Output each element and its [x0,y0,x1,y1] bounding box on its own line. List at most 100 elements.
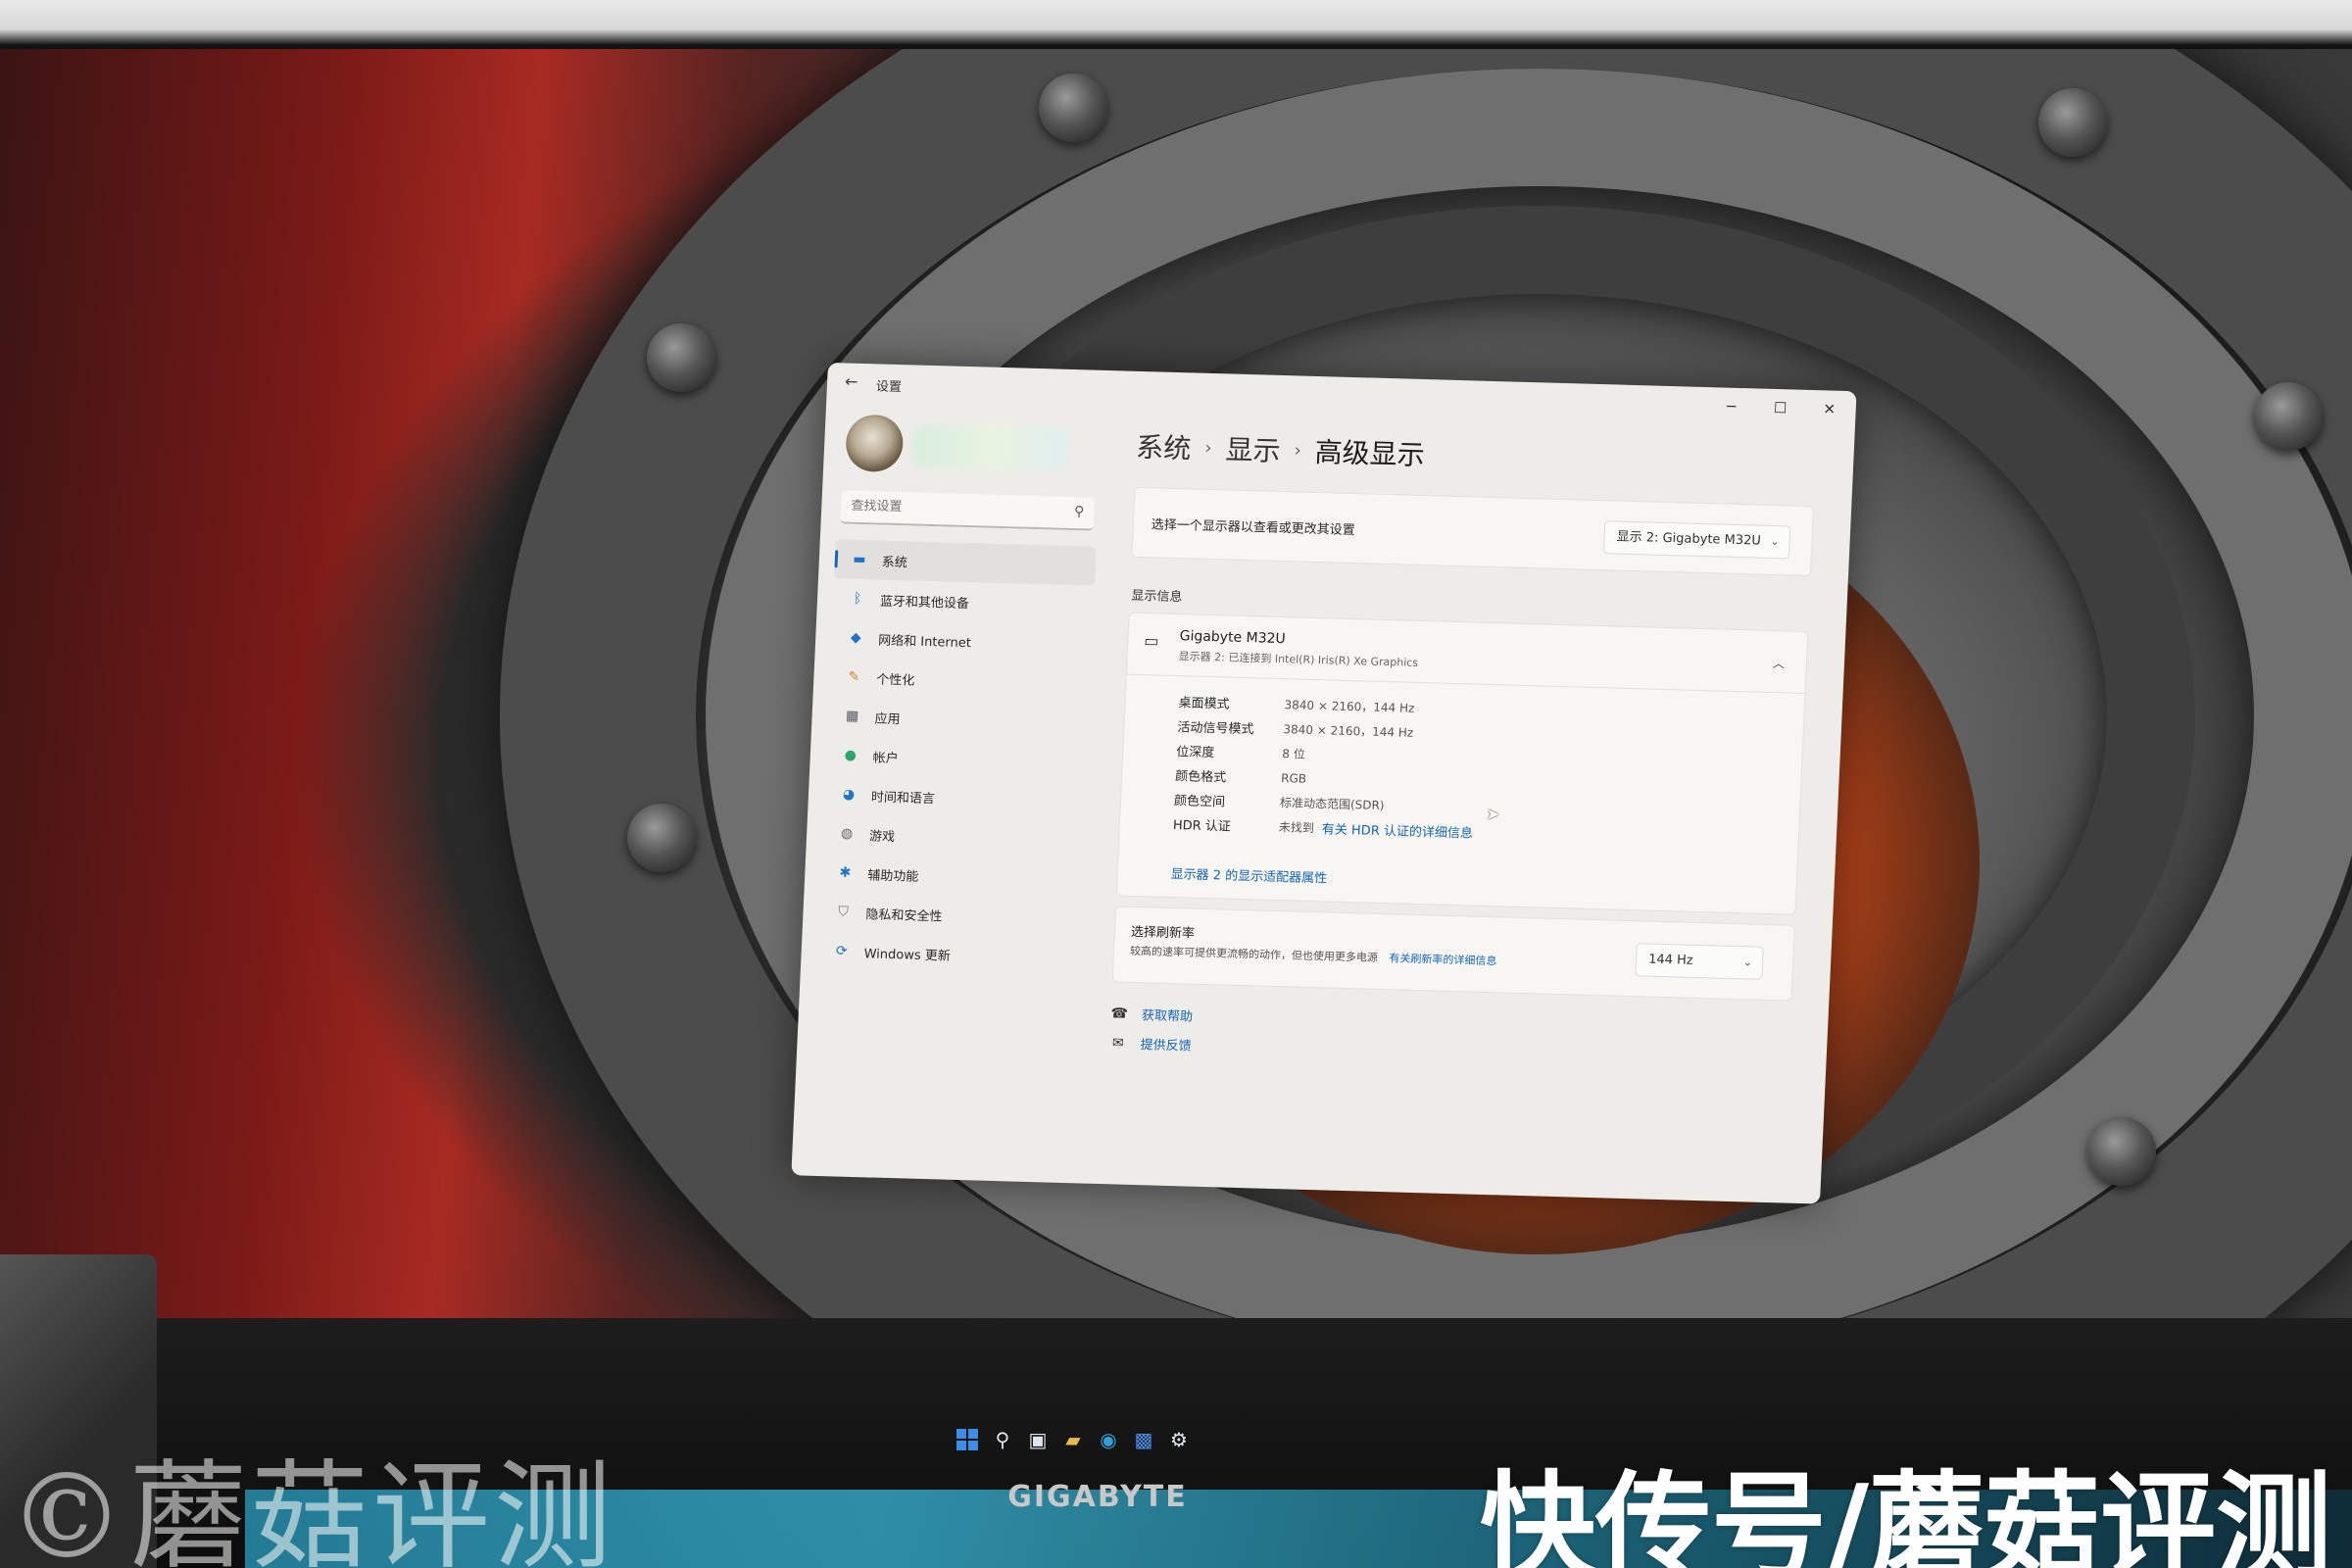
wallpaper-bolt [2254,382,2323,451]
sidebar-item-windows-update[interactable]: ⟳ Windows 更新 [816,931,1079,977]
settings-gear-icon[interactable]: ⚙ [1167,1428,1191,1451]
property-value: 3840 × 2160，144 Hz [1283,722,1414,740]
breadcrumb-system[interactable]: 系统 [1136,426,1193,467]
chevron-down-icon: ⌄ [1742,956,1753,969]
display-properties: 桌面模式 3840 × 2160，144 Hz 活动信号模式 3840 × 21… [1172,689,1787,853]
display-select-card: 选择一个显示器以查看或更改其设置 显示 2: Gigabyte M32U ⌄ [1131,486,1815,577]
sidebar-item-label: Windows 更新 [863,946,952,964]
monitor-brand-logo: GIGABYTE [1007,1480,1188,1514]
minimize-button[interactable]: ─ [1708,393,1754,419]
refresh-rate-description: 较高的速率可提供更流畅的动作，但也使用更多电源 有关刷新率的详细信息 [1130,943,1497,968]
chevron-up-icon[interactable]: ︿ [1773,655,1786,671]
property-value: 8 位 [1281,747,1306,761]
section-title: 显示信息 [1131,588,1183,606]
adapter-properties-link[interactable]: 显示器 2 的显示适配器属性 [1170,863,1327,886]
help-icon: ☎ [1110,1004,1129,1022]
search-box[interactable]: ⚲ [840,490,1095,531]
property-key: HDR 认证 [1172,818,1232,835]
search-input[interactable] [840,490,1058,526]
feedback-link[interactable]: 提供反馈 [1140,1034,1192,1054]
bluetooth-icon: ᛒ [853,590,862,608]
search-icon[interactable]: ⚲ [991,1428,1014,1451]
apps-icon: ▦ [845,708,859,725]
brush-icon: ✎ [848,668,860,686]
property-value: 未找到 [1278,820,1315,836]
user-avatar[interactable] [845,414,905,473]
sidebar-item-label: 辅助功能 [866,867,919,885]
file-explorer-icon[interactable]: ▰ [1061,1428,1085,1451]
chevron-right-icon: › [1294,439,1302,462]
sidebar-item-label: 个性化 [876,672,915,689]
search-icon[interactable]: ⚲ [1074,504,1085,519]
globe-clock-icon: ◕ [842,786,856,803]
property-key: 位深度 [1175,745,1215,761]
property-value: 标准动态范围(SDR) [1279,796,1385,813]
person-icon: ● [844,747,858,763]
wallpaper-bolt [647,323,715,392]
monitor-connection: 显示器 2: 已连接到 Intel(R) Iris(R) Xe Graphics [1178,650,1419,669]
sidebar-item-label: 时间和语言 [870,789,936,807]
edge-icon[interactable]: ◉ [1097,1428,1120,1451]
watermark-left: ©蘑菇评测 [8,1449,615,1568]
mouse-cursor-icon: ➤ [1486,804,1500,824]
breadcrumb: 系统 › 显示 › 高级显示 [1136,426,1426,473]
back-arrow-icon[interactable]: ← [845,371,858,390]
display-info-card: ▭ Gigabyte M32U 显示器 2: 已连接到 Intel(R) Iri… [1115,612,1809,915]
update-icon: ⟳ [835,943,848,959]
chevron-down-icon: ⌄ [1770,534,1780,549]
page-title: 高级显示 [1313,435,1426,472]
property-key: 颜色格式 [1174,769,1227,786]
get-help-row[interactable]: ☎ 获取帮助 [1110,1004,1194,1025]
sidebar-nav: ▬ 系统 ᛒ 蓝牙和其他设备 ◆ 网络和 Internet ✎ 个性化 ▦ 应用… [816,539,1097,977]
refresh-rate-dropdown[interactable]: 144 Hz ⌄ [1635,943,1764,980]
monitor-icon: ▭ [1143,631,1159,651]
wifi-icon: ◆ [850,629,862,647]
monitor-name: Gigabyte M32U [1179,628,1287,648]
photo-scene: ← 设置 ─ ☐ ✕ ⚲ ▬ 系统 ᛒ 蓝牙和其他设备 [0,0,2352,1568]
taskbar: ⚲ ▣ ▰ ◉ ▩ ⚙ [956,1423,1240,1456]
monitor-screen: ← 设置 ─ ☐ ✕ ⚲ ▬ 系统 ᛒ 蓝牙和其他设备 [0,49,2352,1352]
close-button[interactable]: ✕ [1806,396,1852,422]
sidebar-item-label: 蓝牙和其他设备 [879,594,970,612]
sidebar-item-label: 系统 [881,555,908,570]
wallpaper-bolt [1039,74,1107,142]
wallpaper-bolt [2038,88,2107,157]
hdr-info-link[interactable]: 有关 HDR 认证的详细信息 [1321,818,1473,841]
wallpaper-bolt [2087,1117,2156,1186]
sidebar-item-label: 游戏 [868,828,896,845]
settings-window: ← 设置 ─ ☐ ✕ ⚲ ▬ 系统 ᛒ 蓝牙和其他设备 [791,363,1857,1204]
wallpaper-bolt [627,804,696,872]
gamepad-icon: ◍ [840,825,854,842]
sidebar-item-label: 隐私和安全性 [865,906,943,924]
property-key: 桌面模式 [1178,696,1230,712]
refresh-rate-card: 选择刷新率 较高的速率可提供更流畅的动作，但也使用更多电源 有关刷新率的详细信息… [1111,906,1795,1002]
breadcrumb-display[interactable]: 显示 [1225,428,1282,469]
property-value: RGB [1280,770,1307,786]
store-icon[interactable]: ▩ [1132,1428,1155,1451]
refresh-rate-title: 选择刷新率 [1130,924,1196,942]
sidebar-item-label: 网络和 Internet [877,633,972,651]
display-dropdown-value: 显示 2: Gigabyte M32U [1616,529,1762,549]
watermark-right: 快传号/蘑菇评测 [1480,1459,2332,1568]
start-button-icon[interactable] [956,1428,979,1451]
refresh-rate-value: 144 Hz [1647,952,1693,968]
maximize-button[interactable]: ☐ [1757,395,1803,421]
refresh-rate-link[interactable]: 有关刷新率的详细信息 [1389,952,1497,967]
sidebar-item-label: 帐户 [872,750,900,766]
property-value: 3840 × 2160，144 Hz [1284,698,1415,715]
feedback-row[interactable]: ✉ 提供反馈 [1108,1033,1192,1054]
display-icon: ▬ [852,551,866,568]
app-title: 设置 [875,379,903,396]
get-help-link[interactable]: 获取帮助 [1142,1004,1194,1024]
property-key: 活动信号模式 [1177,720,1254,738]
display-dropdown[interactable]: 显示 2: Gigabyte M32U ⌄ [1602,520,1791,560]
chevron-right-icon: › [1203,437,1213,459]
display-select-label: 选择一个显示器以查看或更改其设置 [1151,517,1356,539]
task-view-icon[interactable]: ▣ [1026,1428,1050,1451]
accessibility-icon: ✱ [839,864,852,881]
sidebar-item-label: 应用 [874,710,901,727]
user-name-blurred [911,423,1071,471]
shield-icon: ⛉ [837,904,850,920]
refresh-desc-text: 较高的速率可提供更流畅的动作，但也使用更多电源 [1129,944,1379,964]
feedback-icon: ✉ [1111,1034,1124,1052]
